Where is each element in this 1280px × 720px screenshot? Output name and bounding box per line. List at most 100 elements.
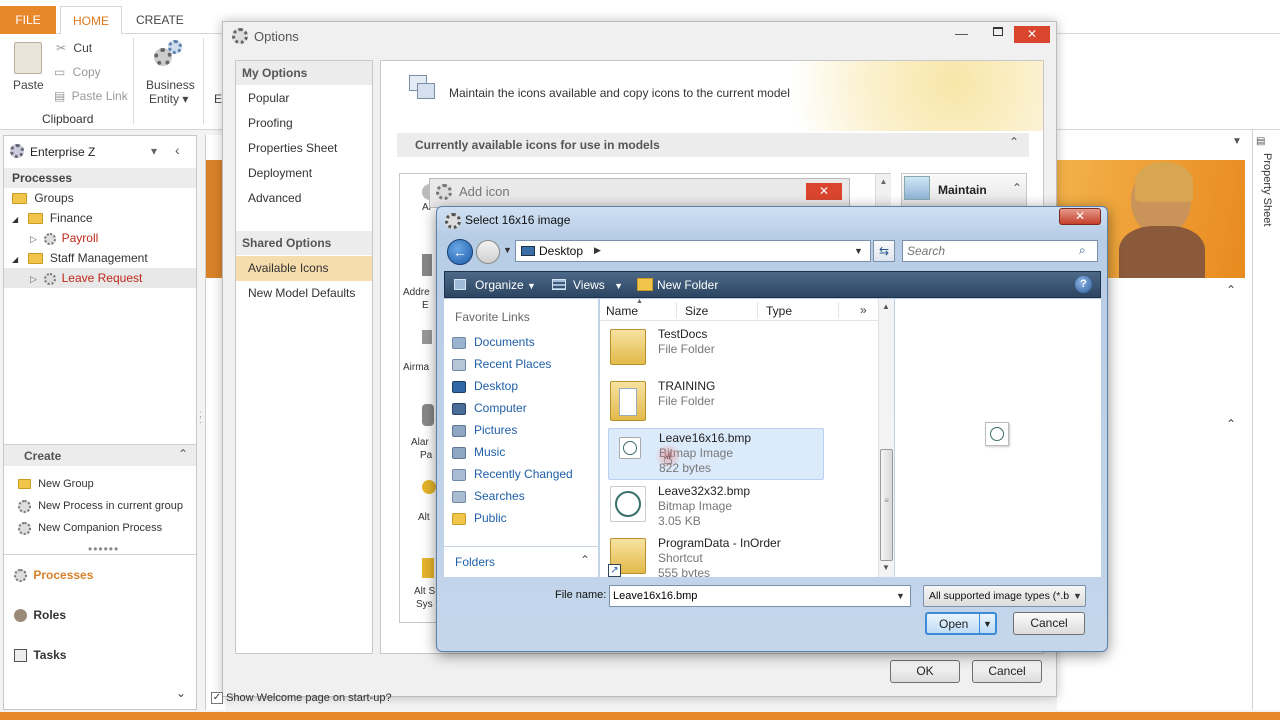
fav-recent-places[interactable]: Recent Places [452,353,551,375]
folders-toggle[interactable]: Folders ⌃ [444,546,598,576]
chevron-up-icon[interactable]: ⌃ [178,447,188,461]
fav-pictures[interactable]: Pictures [452,419,517,441]
column-name[interactable]: Name [606,304,638,318]
nav-new-model-defaults[interactable]: New Model Defaults [236,281,372,306]
file-item-selected[interactable]: Leave16x16.bmp Bitmap Image 822 bytes ☝ [608,428,824,480]
column-divider[interactable] [838,302,839,318]
paste-link-button[interactable]: ▤ Paste Link [54,89,128,103]
open-button[interactable]: Open ▼ [925,612,997,635]
fav-recently-changed[interactable]: Recently Changed [452,463,573,485]
history-dropdown-icon[interactable]: ▼ [503,245,512,255]
collapsed-arrow-icon[interactable]: ▷ [30,274,37,284]
file-name-input[interactable] [613,588,883,604]
fav-searches[interactable]: Searches [452,485,525,507]
maximize-icon[interactable] [993,27,1003,36]
address-dropdown-icon[interactable]: ▼ [854,246,863,256]
chevron-up-icon[interactable]: ⌃ [1009,135,1019,149]
fav-music[interactable]: Music [452,441,505,463]
open-options-dropdown-icon[interactable]: ▼ [983,614,992,635]
tree-item-payroll[interactable]: ▷ Payroll [4,228,196,248]
business-entity-button[interactable]: Business Entity ▾ [146,78,195,106]
new-folder-button[interactable]: New Folder [657,278,718,292]
options-cancel-button[interactable]: Cancel [972,660,1042,683]
nav-proofing[interactable]: Proofing [236,111,372,136]
tree-item-finance[interactable]: ◢ Finance [4,208,196,228]
file-item[interactable]: ↗ ProgramData - InOrder Shortcut 555 byt… [608,534,840,577]
back-button[interactable]: ← [447,239,473,265]
help-icon[interactable]: ? [1075,276,1092,293]
forward-button[interactable] [476,240,500,264]
collapsed-arrow-icon[interactable]: ▷ [30,234,37,244]
nav-properties-sheet[interactable]: Properties Sheet [236,136,372,161]
file-name-combobox[interactable]: ▼ [609,585,911,607]
nav-popular[interactable]: Popular [236,86,372,111]
fav-desktop[interactable]: Desktop [452,375,518,397]
search-icon[interactable]: ⌕ [1079,243,1086,258]
fav-documents[interactable]: Documents [452,331,535,353]
tree-item-leave-request[interactable]: ▷ Leave Request [4,268,196,288]
chevron-up-icon[interactable]: ⌃ [1226,417,1236,431]
nav-available-icons[interactable]: Available Icons [236,256,372,281]
cut-button[interactable]: ✂ Cut [56,41,92,55]
close-icon[interactable]: ✕ [1059,208,1101,225]
chevron-down-icon[interactable]: ▾ [151,144,157,158]
nav-deployment[interactable]: Deployment [236,161,372,186]
file-item[interactable]: TRAINING File Folder [608,377,840,429]
column-divider[interactable] [757,302,758,318]
fav-public[interactable]: Public [452,507,507,529]
nav-processes[interactable]: Processes [14,568,93,583]
expanded-arrow-icon[interactable]: ◢ [12,255,18,264]
create-new-process[interactable]: New Process in current group [18,500,183,513]
tree-item-groups[interactable]: Groups [4,188,196,208]
scrollbar-thumb[interactable]: ≡ [880,449,893,561]
icon-thumbnail[interactable] [422,330,432,344]
tab-create[interactable]: CREATE [124,6,196,34]
expanded-arrow-icon[interactable]: ◢ [12,215,18,224]
breadcrumb-arrow-icon[interactable]: ▶ [594,245,601,256]
ok-button[interactable]: OK [890,660,960,683]
tab-home[interactable]: HOME [60,6,122,35]
file-item[interactable]: Leave32x32.bmp Bitmap Image 3.05 KB [608,482,840,534]
create-new-group[interactable]: New Group [18,478,94,490]
nav-roles[interactable]: Roles [14,608,66,623]
file-dialog-cancel-button[interactable]: Cancel [1013,612,1085,635]
copy-button[interactable]: ▭ Copy [54,65,101,79]
dropdown-arrow-icon[interactable]: ▼ [1232,136,1242,147]
file-type-select[interactable]: All supported image types (*.b ▼ [923,585,1086,607]
refresh-icon[interactable]: ⇆ [873,240,895,262]
more-columns-icon[interactable]: » [860,303,867,317]
tree-item-staff-management[interactable]: ◢ Staff Management [4,248,196,268]
chevron-down-icon[interactable]: ⌄ [176,686,186,700]
address-bar[interactable]: Desktop ▶ ▼ [515,240,871,262]
icon-thumbnail[interactable] [422,404,434,426]
column-size[interactable]: Size [685,304,708,318]
minimize-icon[interactable]: — [955,26,968,41]
nav-advanced[interactable]: Advanced [236,186,372,211]
file-item[interactable]: TestDocs File Folder [608,325,840,377]
paste-button[interactable]: Paste [13,78,44,92]
views-button[interactable]: Views ▼ [573,278,623,292]
file-list-scrollbar[interactable]: ▲ ≡ ▼ [878,299,894,577]
nav-tasks[interactable]: Tasks [14,648,66,663]
chevron-up-icon[interactable]: ⌃ [1226,283,1236,297]
maintain-panel-header[interactable]: Maintain ⌃ [901,173,1027,207]
splitter-grip[interactable]: :: [199,410,202,426]
scroll-up-icon[interactable]: ▲ [882,302,890,311]
chevron-up-icon[interactable]: ⌃ [1012,181,1022,195]
close-icon[interactable]: ✕ [1014,26,1050,43]
column-type[interactable]: Type [766,304,792,318]
file-name-dropdown-icon[interactable]: ▼ [896,591,905,601]
column-divider[interactable] [676,302,677,318]
scroll-down-icon[interactable]: ▼ [882,563,890,572]
create-companion-process[interactable]: New Companion Process [18,522,162,535]
icon-thumbnail[interactable] [422,558,434,578]
search-input[interactable] [907,243,1075,259]
property-sheet-tab[interactable]: ▤ Property Sheet [1252,130,1280,710]
welcome-checkbox-row[interactable]: ✓ Show Welcome page on start-up? [211,692,392,705]
fav-computer[interactable]: Computer [452,397,527,419]
search-box[interactable]: ⌕ [902,240,1098,262]
icon-thumbnail[interactable] [422,480,436,494]
welcome-checkbox[interactable]: ✓ [211,692,223,705]
icon-thumbnail[interactable] [422,254,432,276]
organize-button[interactable]: Organize ▼ [475,278,536,292]
